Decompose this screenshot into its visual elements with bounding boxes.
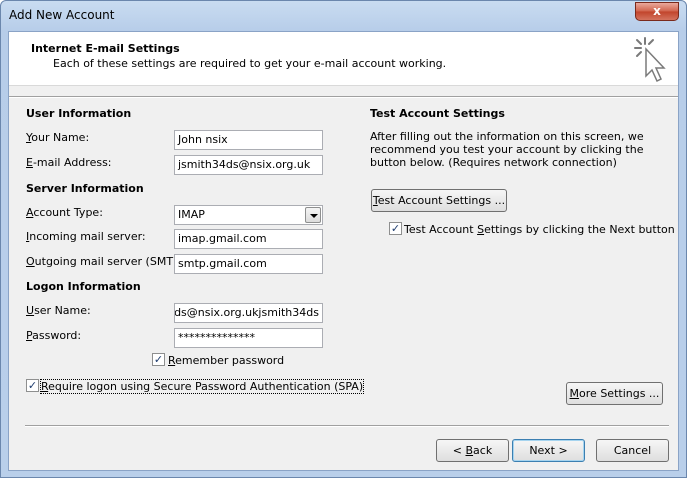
your-name-input[interactable]: John nsix <box>174 130 323 150</box>
window-title: Add New Account <box>9 8 115 22</box>
server-info-title: Server Information <box>26 182 144 195</box>
account-type-label: Account Type: <box>26 206 103 219</box>
outgoing-server-input[interactable]: smtp.gmail.com <box>174 254 323 274</box>
chevron-down-icon[interactable] <box>305 207 321 223</box>
header-banner: Internet E-mail Settings Each of these s… <box>9 32 678 86</box>
spa-checkbox[interactable]: ✓ <box>26 379 39 392</box>
outgoing-server-label: Outgoing mail server (SMTP): <box>26 255 188 268</box>
username-input[interactable]: n34ds@nsix.org.ukjsmith34ds <box>174 303 323 323</box>
account-type-select[interactable]: IMAP <box>174 205 323 225</box>
more-settings-button[interactable]: More Settings ... <box>566 382 663 405</box>
cursor-click-icon <box>634 37 666 83</box>
password-input[interactable]: ************** <box>174 328 323 348</box>
test-settings-description: After filling out the information on thi… <box>370 130 644 169</box>
email-label: E-mail Address: <box>26 156 112 169</box>
user-info-title: User Information <box>26 107 132 120</box>
divider <box>9 96 678 98</box>
back-button[interactable]: < Back <box>436 439 509 462</box>
footer-divider <box>25 425 669 427</box>
password-label: Password: <box>26 329 82 342</box>
next-button[interactable]: Next > <box>512 439 585 462</box>
close-button[interactable]: x <box>635 2 679 21</box>
title-bar: Add New Account x <box>1 1 686 31</box>
email-input[interactable]: jsmith34ds@nsix.org.uk <box>174 155 323 175</box>
logon-info-title: Logon Information <box>26 280 141 293</box>
username-label: User Name: <box>26 304 91 317</box>
your-name-label: Your Name: <box>26 131 90 144</box>
auto-test-label[interactable]: Test Account Settings by clicking the Ne… <box>404 223 675 236</box>
dialog-client: Internet E-mail Settings Each of these s… <box>8 31 679 471</box>
header-title: Internet E-mail Settings <box>31 42 180 55</box>
incoming-server-input[interactable]: imap.gmail.com <box>174 229 323 249</box>
close-icon: x <box>653 4 661 18</box>
remember-password-checkbox[interactable]: ✓ <box>152 353 165 366</box>
test-account-settings-button[interactable]: Test Account Settings ... <box>371 189 507 212</box>
auto-test-checkbox[interactable]: ✓ <box>389 222 402 235</box>
header-subtitle: Each of these settings are required to g… <box>53 57 447 70</box>
add-account-window: Add New Account x Internet E-mail Settin… <box>0 0 687 478</box>
account-type-value: IMAP <box>178 208 205 221</box>
remember-password-label[interactable]: Remember password <box>168 354 284 367</box>
test-settings-title: Test Account Settings <box>370 107 505 120</box>
cancel-button[interactable]: Cancel <box>596 439 669 462</box>
spa-label[interactable]: Require logon using Secure Password Auth… <box>39 379 365 394</box>
incoming-server-label: Incoming mail server: <box>26 230 146 243</box>
